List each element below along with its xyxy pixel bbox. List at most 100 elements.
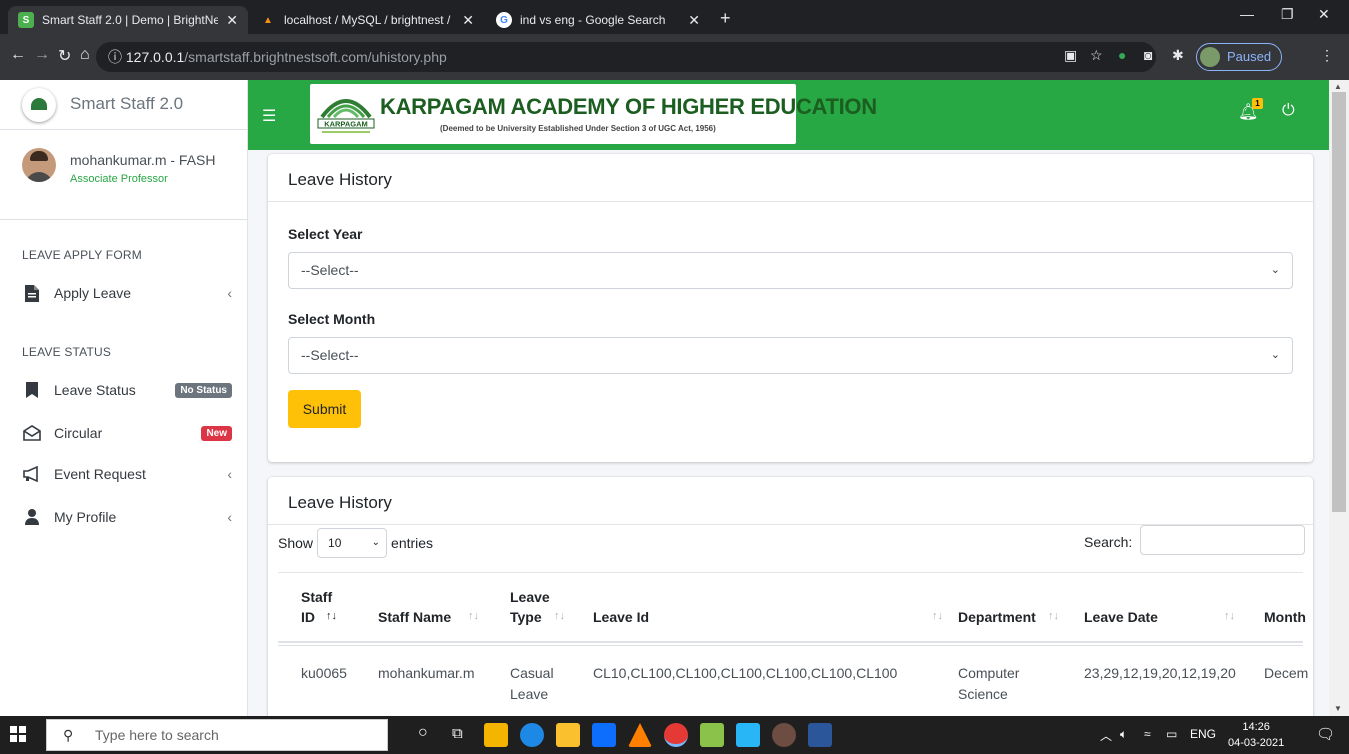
col-header-leave-date[interactable]: Leave Date xyxy=(1084,607,1158,627)
tray-chevron-up-icon[interactable]: ︿ xyxy=(1100,727,1112,744)
app-header: ☰ KARPAGAM KARPAGAM ACADEMY OF HIGHER ED… xyxy=(248,80,1329,150)
sidebar-item-label: Apply Leave xyxy=(54,285,132,301)
reload-icon[interactable]: ↻ xyxy=(58,46,71,66)
tab-title: ind vs eng - Google Search xyxy=(520,13,666,27)
sort-icon[interactable]: ↑↓ xyxy=(932,610,943,622)
extension-green-icon[interactable]: ● xyxy=(1118,47,1126,63)
header-border-2 xyxy=(278,645,1303,646)
sidebar-item-apply-leave[interactable]: Apply Leave ‹ xyxy=(22,281,232,305)
col-header-staff-name[interactable]: Staff Name xyxy=(378,607,451,627)
brand-name: Smart Staff 2.0 xyxy=(70,94,184,113)
clock-date: 04-03-2021 xyxy=(1228,737,1285,749)
browser-tab-smart-staff[interactable]: S Smart Staff 2.0 | Demo | BrightNe ✕ xyxy=(8,6,248,34)
forward-icon[interactable]: → xyxy=(34,46,50,64)
search-input[interactable] xyxy=(1140,525,1305,555)
cell-staff-id: ku0065 xyxy=(301,665,347,681)
sidebar-item-circular[interactable]: Circular New xyxy=(22,421,232,445)
cell-leave-type: Casual Leave xyxy=(510,665,554,702)
leave-history-table-card: Leave History Show 10 ⌄ entries Search: … xyxy=(268,477,1313,727)
browser-toolbar: ← → ↻ ⌂ ⓘ 127.0.0.1/smartstaff.brightnes… xyxy=(0,34,1349,80)
volume-icon[interactable]: 🔈︎ xyxy=(1120,727,1127,742)
power-icon[interactable]: ⏻ xyxy=(1282,102,1295,120)
browser-tab-google[interactable]: G ind vs eng - Google Search ✕ xyxy=(486,6,710,34)
browser-tab-phpmyadmin[interactable]: ▲ localhost / MySQL / brightnest / ✕ xyxy=(250,6,484,34)
notepad-plus-icon[interactable] xyxy=(700,723,724,747)
user-name[interactable]: mohankumar.m - FASH xyxy=(70,152,216,168)
col-header-department[interactable]: Department xyxy=(958,607,1036,627)
edge-icon[interactable] xyxy=(520,723,544,747)
cortana-icon[interactable]: ○ xyxy=(418,724,428,742)
sort-icon[interactable]: ↑↓ xyxy=(1048,610,1059,622)
bookmark-icon xyxy=(22,382,42,398)
word-icon[interactable] xyxy=(808,723,832,747)
photos-icon[interactable] xyxy=(736,723,760,747)
file-icon xyxy=(22,284,42,302)
entries-select[interactable]: 10 ⌄ xyxy=(317,528,388,558)
scrollbar-thumb[interactable] xyxy=(1332,92,1346,512)
brand-logo xyxy=(22,88,56,122)
translate-icon[interactable]: ▣ xyxy=(1064,47,1077,64)
task-view-icon[interactable]: ⧉ xyxy=(452,725,463,742)
action-center-icon[interactable]: 🗨︎ xyxy=(1316,725,1335,743)
extensions-puzzle-icon[interactable]: ✱ xyxy=(1172,47,1184,64)
sort-icon[interactable]: ↑↓ xyxy=(468,610,479,622)
paint-icon[interactable] xyxy=(772,723,796,747)
hamburger-menu-icon[interactable]: ☰ xyxy=(262,106,276,126)
chevron-left-icon: ‹ xyxy=(227,509,232,525)
show-entries-control: Show 10 ⌄ entries xyxy=(278,528,433,558)
close-tab-icon[interactable]: ✕ xyxy=(226,12,238,29)
cell-month: Decem xyxy=(1264,665,1309,681)
file-explorer-icon[interactable] xyxy=(484,723,508,747)
sidebar-item-leave-status[interactable]: Leave Status No Status xyxy=(22,378,232,402)
chevron-left-icon: ‹ xyxy=(227,466,232,482)
chrome-icon[interactable] xyxy=(664,723,688,747)
page-scrollbar[interactable]: ▲ ▼ xyxy=(1329,80,1349,716)
submit-button[interactable]: Submit xyxy=(288,390,361,428)
nav-header-leave-status: LEAVE STATUS xyxy=(22,345,112,359)
camera-extension-icon[interactable]: ◙ xyxy=(1144,47,1152,63)
close-tab-icon[interactable]: ✕ xyxy=(688,12,700,29)
taskbar-search-input[interactable]: ⚲ Type here to search xyxy=(46,719,388,751)
language-indicator[interactable]: ENG xyxy=(1190,727,1216,741)
restore-icon[interactable]: ❐ xyxy=(1281,6,1294,23)
battery-icon[interactable]: ▭ xyxy=(1166,727,1177,741)
store-icon[interactable] xyxy=(556,723,580,747)
month-select[interactable]: --Select-- ⌄ xyxy=(288,337,1293,374)
close-window-icon[interactable]: ✕ xyxy=(1318,6,1330,23)
col-header-leave-type[interactable]: Leave Type xyxy=(510,587,550,627)
sidebar-item-event-request[interactable]: Event Request ‹ xyxy=(22,462,232,486)
col-header-leave-id[interactable]: Leave Id xyxy=(593,607,649,627)
scroll-up-icon[interactable]: ▲ xyxy=(1334,82,1342,91)
sort-asc-icon[interactable]: ↑↓ xyxy=(326,610,337,622)
windows-start-icon[interactable] xyxy=(10,726,26,745)
profile-paused-button[interactable]: Paused xyxy=(1196,43,1283,71)
select-month-label: Select Month xyxy=(288,311,376,327)
home-icon[interactable]: ⌂ xyxy=(80,46,90,64)
taskbar-clock[interactable]: 14:26 04-03-2021 xyxy=(1228,719,1284,751)
notification-badge: 1 xyxy=(1252,98,1263,109)
new-tab-icon[interactable]: + xyxy=(720,8,731,29)
info-icon[interactable]: ⓘ xyxy=(108,49,122,65)
url-path: /smartstaff.brightnestsoft.com/uhistory.… xyxy=(184,49,447,65)
close-tab-icon[interactable]: ✕ xyxy=(462,12,474,29)
mail-icon[interactable] xyxy=(592,723,616,747)
col-header-month[interactable]: Month xyxy=(1264,607,1306,627)
sort-icon[interactable]: ↑↓ xyxy=(1224,610,1235,622)
minimize-icon[interactable]: — xyxy=(1240,6,1254,22)
browser-menu-icon[interactable]: ⋮ xyxy=(1320,47,1334,64)
sidebar-item-my-profile[interactable]: My Profile ‹ xyxy=(22,505,232,529)
sort-icon[interactable]: ↑↓ xyxy=(554,610,565,622)
cell-staff-name: mohankumar.m xyxy=(378,665,475,681)
wifi-icon[interactable]: ≈ xyxy=(1144,727,1151,741)
phpmyadmin-favicon: ▲ xyxy=(263,14,273,26)
back-icon[interactable]: ← xyxy=(10,46,26,64)
vlc-icon[interactable] xyxy=(628,723,652,747)
new-badge: New xyxy=(201,425,232,441)
sidebar: Smart Staff 2.0 mohankumar.m - FASH Asso… xyxy=(0,80,248,716)
brand-link[interactable]: Smart Staff 2.0 xyxy=(0,80,248,130)
scroll-down-icon[interactable]: ▼ xyxy=(1334,704,1342,713)
address-bar[interactable]: ⓘ 127.0.0.1/smartstaff.brightnestsoft.co… xyxy=(96,42,1156,72)
bookmark-star-icon[interactable]: ☆ xyxy=(1090,47,1103,64)
year-select[interactable]: --Select-- ⌄ xyxy=(288,252,1293,289)
sidebar-item-label: Leave Status xyxy=(54,382,136,398)
